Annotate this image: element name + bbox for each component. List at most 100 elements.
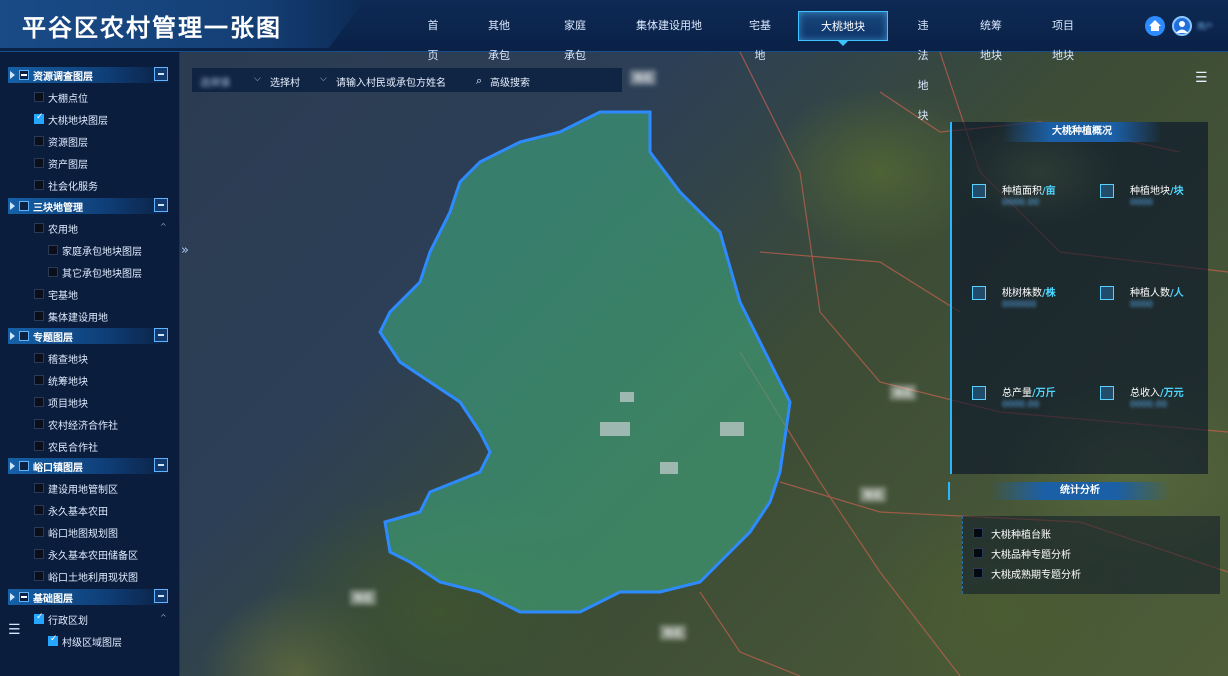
group-checkbox[interactable] — [19, 201, 29, 211]
nav-family-contract[interactable]: 家庭承包 — [537, 0, 613, 62]
group-checkbox[interactable] — [19, 70, 29, 80]
layer-checkbox[interactable] — [34, 612, 44, 624]
analysis-panel: 大桃种植台账 大桃品种专题分析 大桃成熟期专题分析 — [962, 516, 1220, 594]
group-checkbox[interactable] — [19, 461, 29, 471]
caret-right-icon — [10, 71, 15, 79]
chevron-down-icon[interactable]: ⌵ — [320, 74, 327, 84]
area-icon — [972, 184, 986, 198]
collapse-icon[interactable] — [154, 198, 168, 212]
collapse-icon[interactable] — [154, 328, 168, 342]
layer-checkbox[interactable] — [48, 245, 58, 255]
analysis-panel-title: 统计分析 — [990, 482, 1170, 500]
keyword-input[interactable]: 请输入村民或承包方姓名 — [336, 74, 446, 89]
stat-tree-count: 桃树株数/株 000000 — [972, 284, 1092, 324]
layer-checkbox[interactable] — [34, 419, 44, 429]
expand-sidebar-icon[interactable]: » — [181, 243, 189, 258]
chevron-down-icon[interactable]: ⌵ — [254, 74, 261, 84]
chevron-up-icon[interactable]: ^ — [160, 222, 167, 231]
home-icon[interactable] — [1145, 16, 1165, 36]
user-icon[interactable] — [1172, 16, 1192, 36]
analysis-checkbox[interactable] — [973, 528, 983, 538]
list-menu-icon[interactable]: ☰ — [8, 622, 21, 638]
village-select[interactable]: 选择村 — [270, 74, 300, 89]
layer-sidebar: 资源调查图层 大棚点位 大桃地块图层 资源图层 资产图层 社会化服务 三块地管理… — [0, 52, 180, 676]
stat-planting-plots: 种植地块/块 0000 — [1100, 182, 1220, 222]
stat-total-income: 总收入/万元 0000.00 — [1100, 384, 1220, 424]
user-name: 用户 — [1197, 22, 1213, 31]
app-title: 平谷区农村管理一张图 — [22, 14, 282, 42]
stat-value: 0000 — [1130, 300, 1153, 310]
stat-value: 0000.00 — [1002, 400, 1040, 410]
nav-homestead[interactable]: 宅基地 — [725, 0, 795, 62]
layer-group-base[interactable]: 基础图层 — [8, 589, 168, 605]
layer-checkbox[interactable] — [34, 311, 44, 321]
plot-icon — [1100, 184, 1114, 198]
app-root: 地名 地名 地名 地名 地名 平谷区农村管理一张图 首页 其他承包 家庭承包 集… — [0, 0, 1228, 676]
layer-checkbox[interactable] — [34, 441, 44, 451]
top-header: 平谷区农村管理一张图 首页 其他承包 家庭承包 集体建设用地 宅基地 大桃地块 … — [0, 0, 1228, 122]
collapse-icon[interactable] — [154, 589, 168, 603]
people-icon — [1100, 286, 1114, 300]
collapse-icon[interactable] — [154, 67, 168, 81]
nav-peach-plots[interactable]: 大桃地块 — [795, 0, 891, 52]
layer-checkbox[interactable] — [48, 634, 58, 646]
nav-home[interactable]: 首页 — [405, 0, 461, 62]
analysis-checkbox[interactable] — [973, 568, 983, 578]
caret-right-icon — [10, 332, 15, 340]
stat-value: 0000 — [1130, 198, 1153, 208]
income-icon — [1100, 386, 1114, 400]
analysis-panel-header: 统计分析 — [948, 482, 1218, 500]
nav-project-plots[interactable]: 项目地块 — [1027, 0, 1099, 62]
main-nav: 首页 其他承包 家庭承包 集体建设用地 宅基地 大桃地块 违法地块 统筹地块 项… — [405, 0, 1099, 122]
layer-checkbox[interactable] — [34, 505, 44, 515]
layer-checkbox[interactable] — [34, 92, 44, 102]
layer-checkbox[interactable] — [34, 483, 44, 493]
layer-checkbox[interactable] — [34, 289, 44, 299]
caret-right-icon — [10, 593, 15, 601]
layer-group-yukou[interactable]: 峪口镇图层 — [8, 458, 168, 474]
layer-checkbox[interactable] — [34, 527, 44, 537]
group-checkbox[interactable] — [19, 592, 29, 602]
nav-other-contract[interactable]: 其他承包 — [461, 0, 537, 62]
layer-checkbox[interactable] — [34, 136, 44, 146]
layer-checkbox[interactable] — [34, 571, 44, 581]
stat-value: 000000 — [1002, 300, 1037, 310]
chevron-up-icon[interactable]: ^ — [160, 613, 167, 622]
layer-group-thematic[interactable]: 专题图层 — [8, 328, 168, 344]
active-tab-caret — [838, 41, 848, 46]
nav-illegal-plots[interactable]: 违法地块 — [891, 0, 955, 122]
panel-title: 大桃种植概况 — [1002, 122, 1162, 142]
map-menu-icon[interactable]: ☰ — [1195, 70, 1208, 86]
search-bar: 选择镇 ⌵ 选择村 ⌵ 请输入村民或承包方姓名 ⌕ 高级搜索 — [192, 68, 622, 92]
analysis-checkbox[interactable] — [973, 548, 983, 558]
advanced-search-button[interactable]: 高级搜索 — [490, 74, 530, 89]
collapse-icon[interactable] — [154, 458, 168, 472]
nav-collective-land[interactable]: 集体建设用地 — [613, 0, 725, 52]
search-icon[interactable]: ⌕ — [476, 74, 482, 88]
map-place-label: 地名 — [630, 70, 657, 85]
peach-overview-panel: 大桃种植概况 种植面积/亩 0000.00 种植地块/块 0000 桃树株数/株… — [950, 122, 1208, 474]
stat-total-yield: 总产量/万斤 0000.00 — [972, 384, 1092, 424]
layer-checkbox[interactable] — [48, 267, 58, 277]
tree-icon — [972, 286, 986, 300]
stat-value: 0000.00 — [1002, 198, 1040, 208]
map-place-label: 地名 — [860, 487, 887, 502]
map-place-label: 地名 — [350, 590, 377, 605]
layer-group-resource-survey[interactable]: 资源调查图层 — [8, 67, 168, 83]
stat-value: 0000.00 — [1130, 400, 1168, 410]
layer-group-three-lands[interactable]: 三块地管理 — [8, 198, 168, 214]
layer-checkbox[interactable] — [34, 112, 44, 124]
group-checkbox[interactable] — [19, 331, 29, 341]
layer-checkbox[interactable] — [34, 158, 44, 168]
nav-coordinated-plots[interactable]: 统筹地块 — [955, 0, 1027, 62]
layer-checkbox[interactable] — [34, 397, 44, 407]
layer-checkbox[interactable] — [34, 180, 44, 190]
layer-checkbox[interactable] — [34, 549, 44, 559]
caret-right-icon — [10, 202, 15, 210]
layer-checkbox[interactable] — [34, 353, 44, 363]
town-select[interactable]: 选择镇 — [200, 74, 230, 89]
layer-checkbox[interactable] — [34, 223, 44, 233]
map-place-label: 地名 — [660, 625, 687, 640]
village-region[interactable] — [378, 110, 792, 614]
layer-checkbox[interactable] — [34, 375, 44, 385]
